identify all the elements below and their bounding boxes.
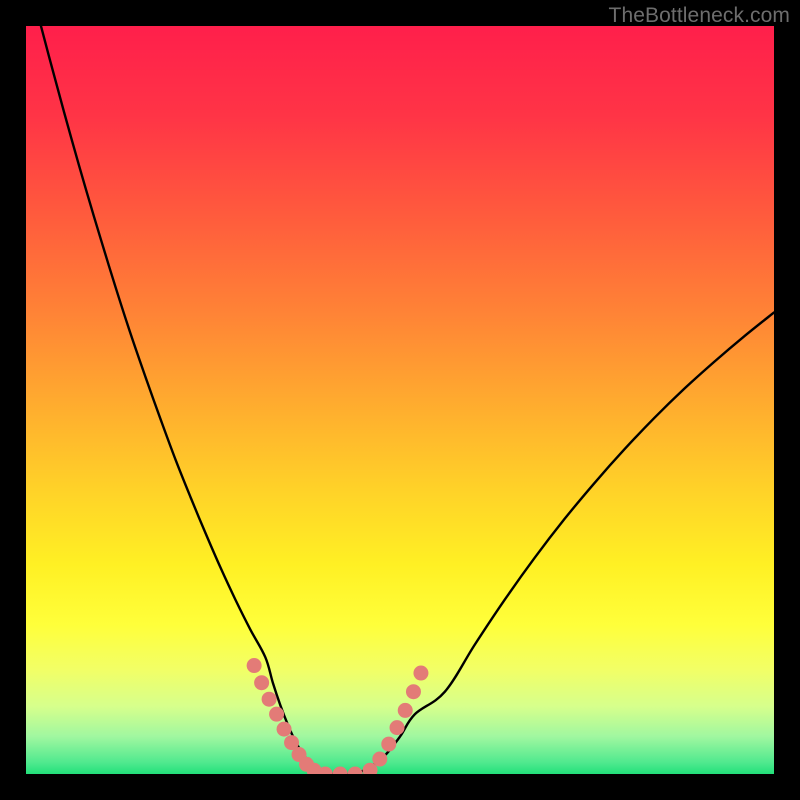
curve-marker: [381, 737, 396, 752]
curve-marker: [333, 767, 348, 775]
curve-layer: [26, 26, 774, 774]
curve-marker: [406, 684, 421, 699]
curve-marker: [269, 707, 284, 722]
curve-marker: [277, 722, 292, 737]
bottleneck-curve: [26, 26, 774, 774]
curve-marker: [254, 675, 269, 690]
curve-marker: [262, 692, 277, 707]
curve-marker: [413, 666, 428, 681]
plot-area: [26, 26, 774, 774]
curve-marker: [398, 703, 413, 718]
curve-marker: [390, 720, 405, 735]
curve-marker: [372, 752, 387, 767]
watermark-text: TheBottleneck.com: [609, 4, 790, 28]
curve-marker: [348, 767, 363, 775]
curve-marker: [247, 658, 262, 673]
curve-markers: [247, 658, 429, 774]
chart-frame: TheBottleneck.com: [0, 0, 800, 800]
